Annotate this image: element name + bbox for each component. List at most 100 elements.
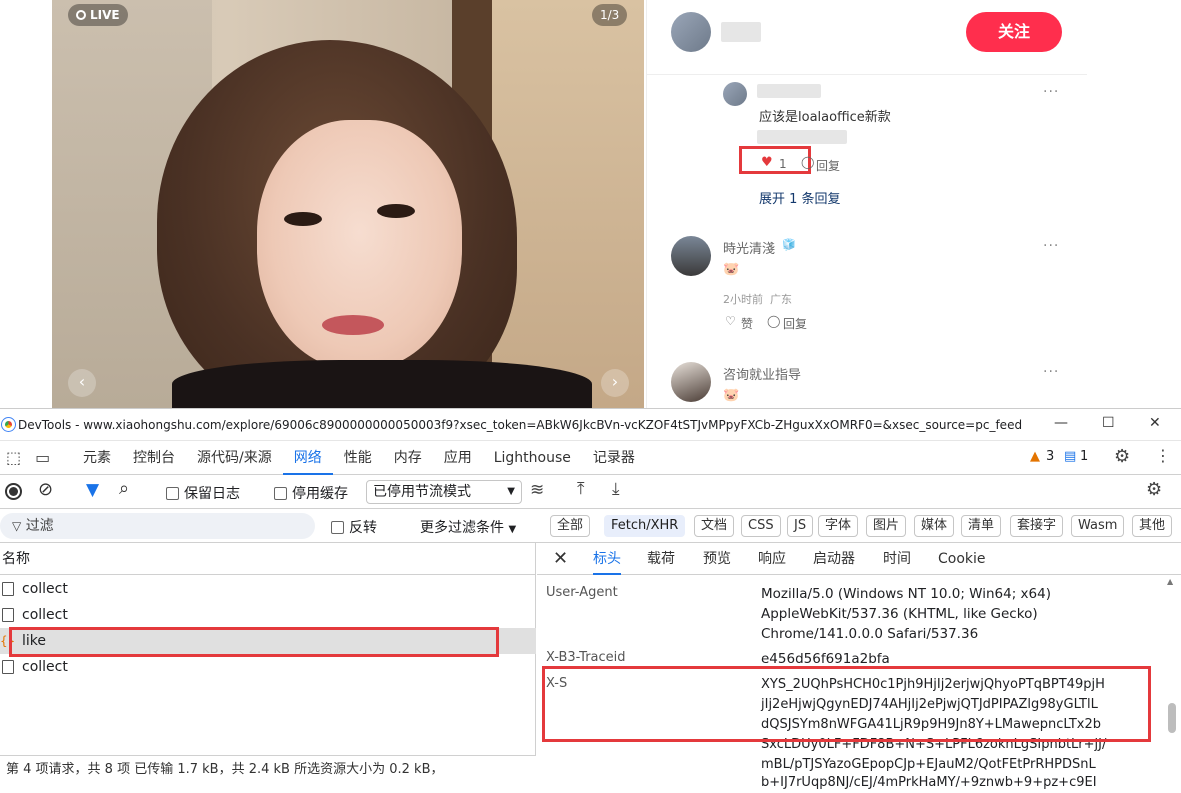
- warning-count[interactable]: 3: [1046, 449, 1054, 464]
- type-filter-socket[interactable]: 套接字: [1010, 515, 1064, 537]
- tab-performance[interactable]: 性能: [333, 441, 383, 475]
- detail-scrollbar[interactable]: ▲: [1167, 577, 1177, 783]
- tab-preview[interactable]: 预览: [703, 543, 731, 575]
- like-outline-icon[interactable]: ♡: [725, 314, 736, 328]
- follow-button[interactable]: 关注: [966, 12, 1062, 52]
- type-filter-fetch-xhr[interactable]: Fetch/XHR: [604, 515, 686, 537]
- comment-avatar[interactable]: [723, 82, 747, 106]
- comment-more-icon[interactable]: ···: [1043, 84, 1059, 100]
- maximize-icon[interactable]: ☐: [1102, 415, 1115, 431]
- reply-link[interactable]: 回复: [783, 315, 807, 332]
- network-conditions-icon[interactable]: ≋: [530, 480, 544, 500]
- comment-avatar[interactable]: [671, 362, 711, 402]
- tab-console[interactable]: 控制台: [122, 441, 186, 475]
- live-badge[interactable]: LIVE: [68, 4, 128, 26]
- type-filter-all[interactable]: 全部: [550, 515, 591, 537]
- column-name-header[interactable]: 名称: [0, 543, 536, 575]
- close-icon[interactable]: ✕: [1149, 415, 1161, 431]
- tab-headers[interactable]: 标头: [593, 543, 621, 575]
- tab-network[interactable]: 网络: [282, 441, 333, 475]
- photo-wall-right: [492, 0, 644, 408]
- type-filter-wasm[interactable]: Wasm: [1071, 515, 1125, 537]
- live-icon: [76, 10, 86, 20]
- header-value-line: b+IJ7rUqp8NJ/cEJ/4mPrkHaMY/+9znwb+9+pz+c…: [761, 775, 1097, 790]
- search-icon[interactable]: ⌕: [119, 478, 129, 499]
- like-link[interactable]: 赞: [741, 315, 753, 332]
- tab-response[interactable]: 响应: [758, 543, 786, 575]
- tab-payload[interactable]: 载荷: [647, 543, 675, 575]
- request-row[interactable]: collect: [0, 654, 536, 680]
- filter-funnel-icon: ▽: [12, 519, 22, 533]
- preserve-log-checkbox[interactable]: 保留日志: [166, 483, 240, 503]
- tab-recorder[interactable]: 记录器: [582, 441, 646, 475]
- type-filter-manifest[interactable]: 清单: [961, 515, 1002, 537]
- type-filter-img[interactable]: 图片: [866, 515, 907, 537]
- document-icon: [2, 582, 14, 596]
- type-filter-css[interactable]: CSS: [741, 515, 781, 537]
- tab-application[interactable]: 应用: [433, 441, 483, 475]
- comment-avatar[interactable]: [671, 236, 711, 276]
- minimize-icon[interactable]: —: [1054, 415, 1068, 431]
- request-list: 名称 collect collect {} like collect: [0, 543, 536, 755]
- type-filter-doc[interactable]: 文档: [694, 515, 735, 537]
- import-har-icon[interactable]: ⤒: [577, 479, 585, 499]
- filter-input[interactable]: ▽ 过滤: [0, 513, 315, 539]
- tab-cookie[interactable]: Cookie: [938, 543, 986, 575]
- invert-checkbox[interactable]: 反转: [331, 517, 377, 537]
- record-icon[interactable]: [5, 483, 22, 500]
- request-name: collect: [22, 607, 68, 623]
- header-value-line: Mozilla/5.0 (Windows NT 10.0; Win64; x64…: [761, 586, 1051, 602]
- network-settings-icon[interactable]: ⚙: [1146, 479, 1162, 500]
- more-vert-icon[interactable]: ⋮: [1155, 446, 1171, 465]
- document-icon: [2, 608, 14, 622]
- devtools-title: DevTools - www.xiaohongshu.com/explore/6…: [18, 417, 1023, 432]
- image-pager: 1/3: [592, 4, 628, 26]
- filter-icon[interactable]: ▼: [86, 480, 99, 500]
- next-image-button[interactable]: ›: [601, 369, 629, 397]
- reply-link[interactable]: 回复: [816, 157, 840, 174]
- type-filter-font[interactable]: 字体: [818, 515, 859, 537]
- tab-timing[interactable]: 时间: [883, 543, 911, 575]
- expand-replies-link[interactable]: 展开 1 条回复: [759, 188, 841, 207]
- reply-icon[interactable]: ◯: [801, 155, 814, 169]
- request-row[interactable]: collect: [0, 602, 536, 628]
- author-name-blurred[interactable]: [721, 22, 761, 42]
- throttle-select[interactable]: 已停用节流模式 ▼: [366, 480, 522, 504]
- type-filter-media[interactable]: 媒体: [914, 515, 955, 537]
- post-photo[interactable]: [52, 0, 644, 408]
- scroll-thumb[interactable]: [1168, 703, 1176, 733]
- comment-user-blurred[interactable]: [757, 84, 821, 98]
- type-filter-js[interactable]: JS: [787, 515, 814, 537]
- comment-more-icon[interactable]: ···: [1043, 238, 1059, 254]
- reply-icon[interactable]: ◯: [767, 314, 780, 328]
- comment-user[interactable]: 咨询就业指导: [723, 364, 801, 383]
- comment-user[interactable]: 時光清淺: [723, 238, 775, 257]
- messages-icon[interactable]: ▤: [1064, 449, 1076, 464]
- tab-sources[interactable]: 源代码/来源: [186, 441, 283, 475]
- detail-tabs: ✕ 标头 载荷 预览 响应 启动器 时间 Cookie: [537, 543, 1181, 575]
- tab-elements[interactable]: 元素: [72, 441, 122, 475]
- close-detail-icon[interactable]: ✕: [553, 543, 568, 575]
- disable-cache-checkbox[interactable]: 停用缓存: [274, 483, 348, 503]
- author-avatar[interactable]: [671, 12, 711, 52]
- clear-icon[interactable]: ⊘: [38, 479, 53, 500]
- export-har-icon[interactable]: ⤓: [612, 479, 620, 499]
- tab-memory[interactable]: 内存: [383, 441, 433, 475]
- type-filter-other[interactable]: 其他: [1132, 515, 1173, 537]
- comment-text: 🐷: [723, 388, 740, 403]
- comment-more-icon[interactable]: ···: [1043, 364, 1059, 380]
- warning-icon[interactable]: ▲: [1030, 449, 1040, 464]
- messages-count[interactable]: 1: [1080, 449, 1088, 464]
- more-filters-dropdown[interactable]: 更多过滤条件 ▼: [420, 517, 516, 537]
- tab-initiator[interactable]: 启动器: [813, 543, 855, 575]
- request-row[interactable]: collect: [0, 576, 536, 602]
- inspect-element-icon[interactable]: ⬚: [6, 448, 21, 467]
- device-toolbar-icon[interactable]: ▭: [35, 448, 50, 467]
- comment-meta-blurred: [757, 130, 847, 144]
- preserve-log-label: 保留日志: [184, 486, 240, 502]
- prev-image-button[interactable]: ‹: [68, 369, 96, 397]
- tab-lighthouse[interactable]: Lighthouse: [483, 441, 582, 475]
- highlight-like-request: [9, 627, 499, 657]
- scroll-up-icon[interactable]: ▲: [1167, 577, 1173, 586]
- settings-gear-icon[interactable]: ⚙: [1114, 446, 1130, 467]
